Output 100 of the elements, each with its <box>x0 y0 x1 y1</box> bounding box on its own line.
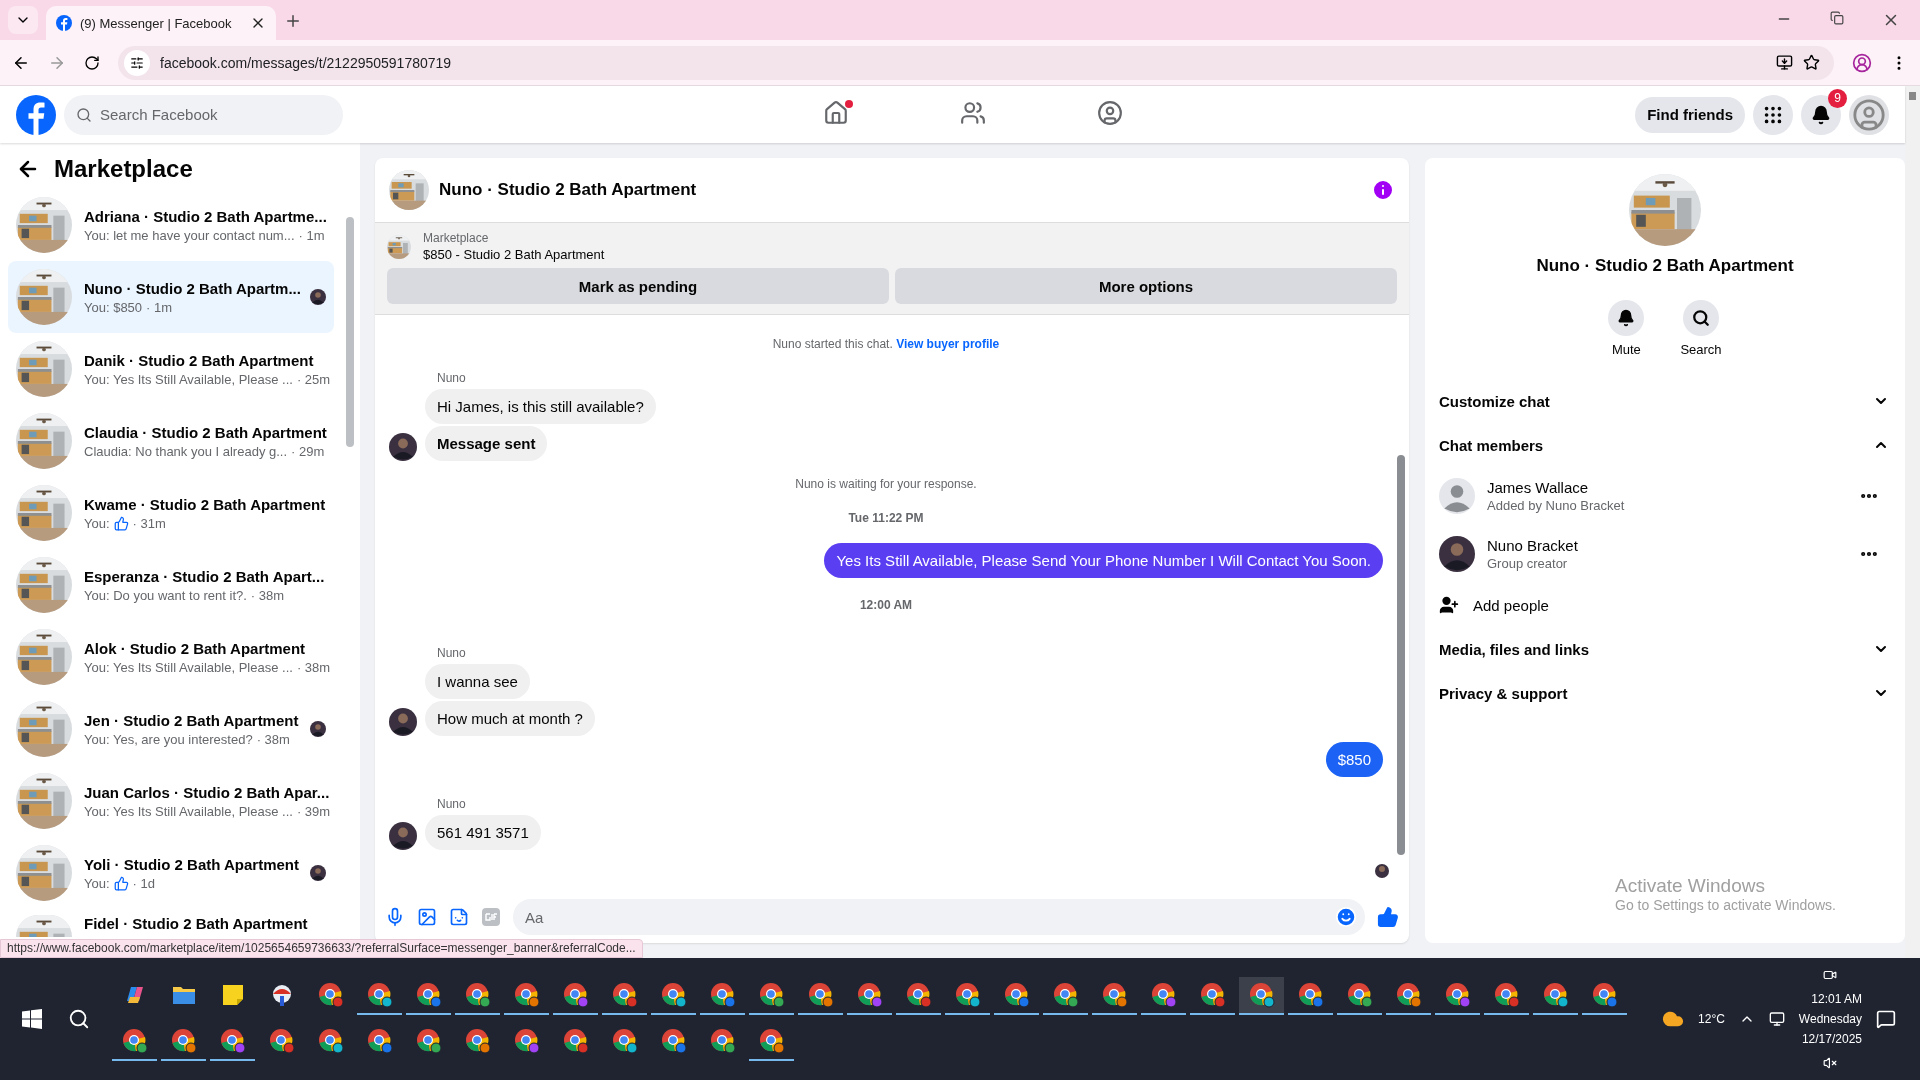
conversation-item[interactable]: Claudia · Studio 2 Bath Apartment Claudia: No thank you I already g... · 29m <box>8 405 334 477</box>
facebook-logo[interactable] <box>16 94 56 135</box>
browser-icon <box>415 982 442 1008</box>
section-header[interactable]: Privacy & support <box>1437 671 1893 715</box>
search-icon <box>1692 309 1710 327</box>
activation-title: Activate Windows <box>1615 875 1766 897</box>
scrollbar[interactable] <box>1397 455 1405 855</box>
message-time: · 25m <box>296 371 331 387</box>
search-field[interactable]: Search Facebook <box>64 94 343 135</box>
timestamp: Tue 11:22 PM <box>848 511 924 525</box>
groups-icon <box>1096 100 1123 126</box>
conversation-title: Danik · Studio 2 Bath Apartment <box>84 351 315 369</box>
section-header[interactable]: Customize chat <box>1437 379 1893 423</box>
notifications-button[interactable] <box>1801 94 1841 135</box>
bell-icon <box>1617 309 1636 327</box>
account-button[interactable] <box>1849 94 1889 135</box>
section-header[interactable]: Media, files and links <box>1437 627 1893 671</box>
section-header[interactable]: Chat members <box>1437 423 1893 467</box>
info-icon[interactable] <box>1371 178 1395 202</box>
conversation-name: Nuno · Studio 2 Bath Apartment <box>1536 256 1794 276</box>
browser-icon <box>660 1028 687 1054</box>
install-icon[interactable] <box>1776 54 1793 71</box>
profile-link[interactable]: View buyer profile <box>896 337 1000 351</box>
browser-icon <box>464 1028 491 1054</box>
microphone-icon[interactable] <box>385 907 405 927</box>
browser-icon <box>268 1028 295 1054</box>
conversation-title: Alok · Studio 2 Bath Apartment <box>84 639 307 657</box>
emoji-icon[interactable] <box>1335 906 1357 928</box>
listing-action-button[interactable]: Mark as pending <box>387 268 889 304</box>
conversation-title: Adriana · Studio 2 Bath Apartme... <box>84 207 326 225</box>
tab-list-button[interactable] <box>8 6 38 34</box>
reload-icon[interactable] <box>84 54 100 71</box>
sender-name: Nuno <box>437 371 467 385</box>
chat-notice: Nuno is waiting for your response. <box>795 477 977 491</box>
page-scrollbar[interactable] <box>1909 92 1916 100</box>
add-people-button[interactable]: Add people <box>1437 583 1893 627</box>
muted-speaker-icon[interactable] <box>1823 1056 1838 1070</box>
timestamp: 12:00 AM <box>859 598 913 612</box>
chat-notice: Nuno started this chat. View buyer profile <box>772 337 1000 351</box>
bookmark-star-icon[interactable] <box>1803 54 1820 71</box>
menu-grid-button[interactable] <box>1753 94 1793 135</box>
like-icon[interactable] <box>1377 906 1399 928</box>
browser-icon <box>562 1028 589 1054</box>
conversation-item[interactable]: Juan Carlos · Studio 2 Bath Apar... You: Yes Its Still Available, Please ... · 39m <box>8 765 334 837</box>
activation-text: Go to Settings to activate Windows. <box>1615 897 1836 913</box>
conversation-item[interactable]: Kwame · Studio 2 Bath Apartment You: · 31m <box>8 477 334 549</box>
incoming-message: Message sent <box>425 426 548 461</box>
conversation-title: Claudia · Studio 2 Bath Apartment <box>84 423 326 441</box>
add-person-icon <box>1439 595 1459 615</box>
browser-icon <box>758 982 785 1008</box>
browser-icon <box>513 1028 540 1054</box>
message-time: · 1m <box>298 227 325 243</box>
avatar-icon <box>310 865 326 881</box>
listing-action-button[interactable]: More options <box>895 268 1397 304</box>
read-receipt-icon <box>1375 864 1389 878</box>
browser-icon <box>1542 982 1569 1008</box>
conversation-item[interactable]: Danik · Studio 2 Bath Apartment You: Yes Its Still Available, Please ... · 25m <box>8 333 334 405</box>
find-friends-button[interactable]: Find friends <box>1635 96 1745 133</box>
conversation-item[interactable]: Nuno · Studio 2 Bath Apartm... You: $850 · 1m <box>8 261 334 333</box>
conversation-item[interactable]: Esperanza · Studio 2 Bath Apart... You: Do you want to rent it?. · 38m <box>8 549 334 621</box>
network-icon[interactable] <box>1768 1011 1785 1027</box>
browser-icon <box>611 982 638 1008</box>
search-icon[interactable] <box>68 1008 90 1030</box>
scrollbar[interactable] <box>346 217 354 447</box>
message-preview: You: <box>84 515 110 531</box>
conversation-item[interactable]: Adriana · Studio 2 Bath Apartme... You: let me have your contact num... · 1m <box>8 189 334 261</box>
message-input[interactable]: Aa <box>513 899 1365 935</box>
message-time: · 1d <box>132 875 155 891</box>
start-icon[interactable] <box>22 1009 42 1029</box>
browser-icon <box>1297 982 1324 1008</box>
folder-icon <box>171 984 196 1006</box>
photo-icon[interactable] <box>417 907 437 927</box>
message-time: · 29m <box>291 443 325 459</box>
conversation-item[interactable]: Jen · Studio 2 Bath Apartment You: Yes, are you interested? · 38m <box>8 693 334 765</box>
taskbar-item[interactable] <box>1239 977 1284 1015</box>
sticker-icon[interactable] <box>449 907 469 927</box>
restore-icon[interactable] <box>1830 11 1844 25</box>
conversation-title[interactable]: Fidel · Studio 2 Bath Apartment <box>84 915 308 932</box>
new-tab-icon[interactable] <box>284 12 302 30</box>
temperature: 12°C <box>1698 1012 1725 1026</box>
camera-icon[interactable] <box>1823 968 1838 982</box>
message-preview: You: $850 <box>84 299 143 315</box>
incoming-message: How much at month ? <box>425 701 595 736</box>
browser-tab[interactable]: (9) Messenger | Facebook <box>46 6 276 40</box>
notification-center-icon[interactable] <box>1876 1009 1896 1029</box>
avatar-icon <box>1852 97 1886 132</box>
browser-icon <box>317 1028 344 1054</box>
message-preview: You: Do you want to rent it?. <box>84 587 247 603</box>
incoming-message: Hi James, is this still available? <box>425 389 656 424</box>
browser-icon <box>905 982 932 1008</box>
profile-icon[interactable] <box>1852 52 1872 73</box>
site-info-button[interactable] <box>124 49 150 76</box>
conversation-item[interactable]: Yoli · Studio 2 Bath Apartment You: · 1d <box>8 837 334 909</box>
listing-title[interactable]: $850 - Studio 2 Bath Apartment <box>423 247 605 262</box>
conversation-title: Kwame · Studio 2 Bath Apartment <box>84 495 326 513</box>
search-icon <box>76 106 92 123</box>
browser-icon <box>1591 982 1618 1008</box>
message-preview: You: Yes, are you interested? <box>84 731 253 747</box>
conversation-item[interactable]: Alok · Studio 2 Bath Apartment You: Yes Its Still Available, Please ... · 38m <box>8 621 334 693</box>
message-preview: You: Yes Its Still Available, Please ... <box>84 371 293 387</box>
